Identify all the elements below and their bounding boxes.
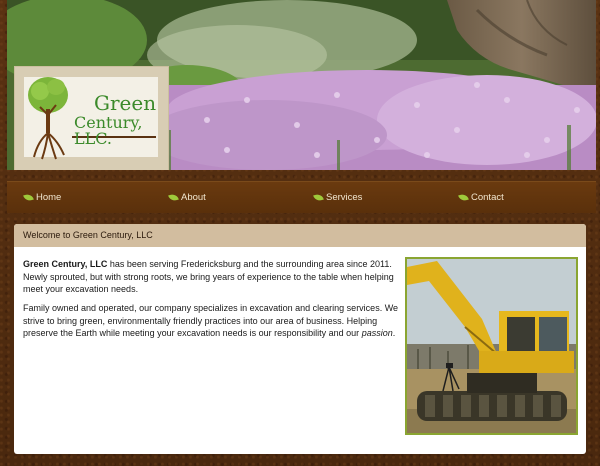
leaf-icon [23, 192, 34, 203]
logo-line2: Century, LLC. [74, 113, 143, 148]
intro-paragraph-1: Green Century, LLC has been serving Fred… [23, 258, 399, 296]
nav-services[interactable]: Services [313, 182, 363, 213]
main-nav: Home About Services Contact [7, 181, 596, 213]
nav-services-label: Services [326, 192, 363, 203]
nav-about-label: About [181, 192, 206, 203]
header-banner: Green Century, LLC. [7, 0, 596, 170]
excavator-image [407, 259, 576, 433]
logo[interactable]: Green Century, LLC. [14, 66, 169, 170]
intro-paragraph-2: Family owned and operated, our company s… [23, 302, 399, 340]
logo-text: Green Century, LLC. [74, 93, 158, 147]
intro-paragraph-2-end: . [392, 328, 396, 338]
company-name: Green Century, LLC [23, 259, 108, 269]
page-title: Welcome to Green Century, LLC [14, 224, 586, 247]
logo-panel: Green Century, LLC. [24, 77, 158, 160]
nav-contact[interactable]: Contact [458, 182, 504, 213]
excavator-photo [405, 257, 578, 435]
logo-line1: Green [94, 91, 157, 115]
nav-contact-label: Contact [471, 192, 504, 203]
nav-home[interactable]: Home [23, 182, 62, 213]
leaf-icon [313, 192, 324, 203]
nav-home-label: Home [36, 192, 62, 203]
nav-about[interactable]: About [168, 182, 206, 213]
leaf-icon [168, 192, 179, 203]
intro-copy: Green Century, LLC has been serving Fred… [23, 258, 399, 346]
content-card: Welcome to Green Century, LLC Green Cent… [14, 224, 586, 454]
intro-paragraph-2-text: Family owned and operated, our company s… [23, 303, 399, 338]
leaf-icon [458, 192, 469, 203]
tree-icon [28, 77, 68, 160]
passion-emphasis: passion [361, 328, 393, 338]
